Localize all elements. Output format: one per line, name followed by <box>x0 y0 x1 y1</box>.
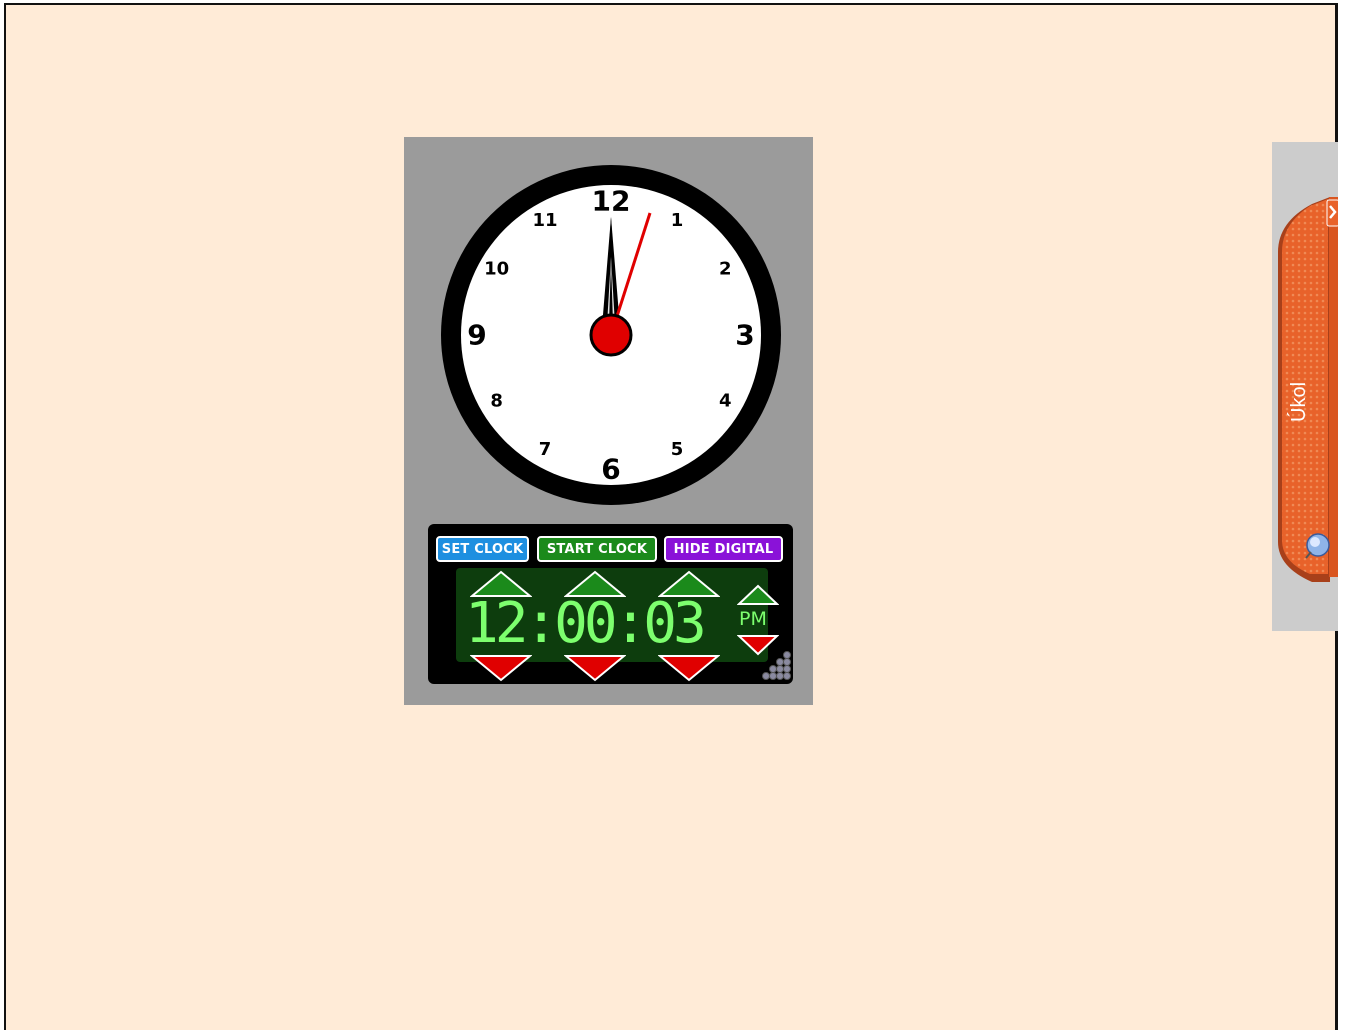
clock-numeral-5: 5 <box>671 439 684 460</box>
resize-grip-icon[interactable] <box>760 650 794 684</box>
set-clock-button[interactable]: SET CLOCK <box>436 536 529 562</box>
clock-numeral-1: 1 <box>671 210 684 231</box>
minute-down-arrow-icon[interactable] <box>564 654 626 682</box>
clock-numeral-3: 3 <box>735 319 754 352</box>
clock-numeral-4: 4 <box>719 391 732 412</box>
start-clock-button[interactable]: START CLOCK <box>537 536 657 562</box>
ampm-indicator: PM <box>739 608 767 630</box>
analog-clock: 121234567891011 <box>441 165 781 505</box>
ampm-up-arrow-icon[interactable] <box>737 584 779 606</box>
digital-panel: SET CLOCK START CLOCK HIDE DIGITAL 12:00… <box>428 524 793 684</box>
pin-icon[interactable] <box>1303 530 1333 560</box>
hide-digital-button[interactable]: HIDE DIGITAL <box>664 536 783 562</box>
digital-time: 12:00:03 <box>465 591 707 656</box>
clock-widget: 12 1 2 3 4 5 6 7 8 9 10 11 SET CLOCK START CLOCK HI… <box>404 137 813 705</box>
side-tab-label[interactable]: Úkol <box>1269 382 1329 422</box>
clock-numeral-10: 10 <box>484 259 509 280</box>
hour-down-arrow-icon[interactable] <box>470 654 532 682</box>
second-down-arrow-icon[interactable] <box>658 654 720 682</box>
clock-numeral-9: 9 <box>467 319 486 352</box>
clock-numeral-2: 2 <box>719 259 732 280</box>
clock-numeral-12: 12 <box>592 185 631 218</box>
clock-numeral-7: 7 <box>539 439 552 460</box>
clock-numeral-6: 6 <box>601 453 620 486</box>
clock-numeral-11: 11 <box>532 210 557 231</box>
side-tab-panel: Úkol <box>1272 142 1338 631</box>
clock-numeral-8: 8 <box>490 391 503 412</box>
clock-center-cap <box>589 313 633 357</box>
